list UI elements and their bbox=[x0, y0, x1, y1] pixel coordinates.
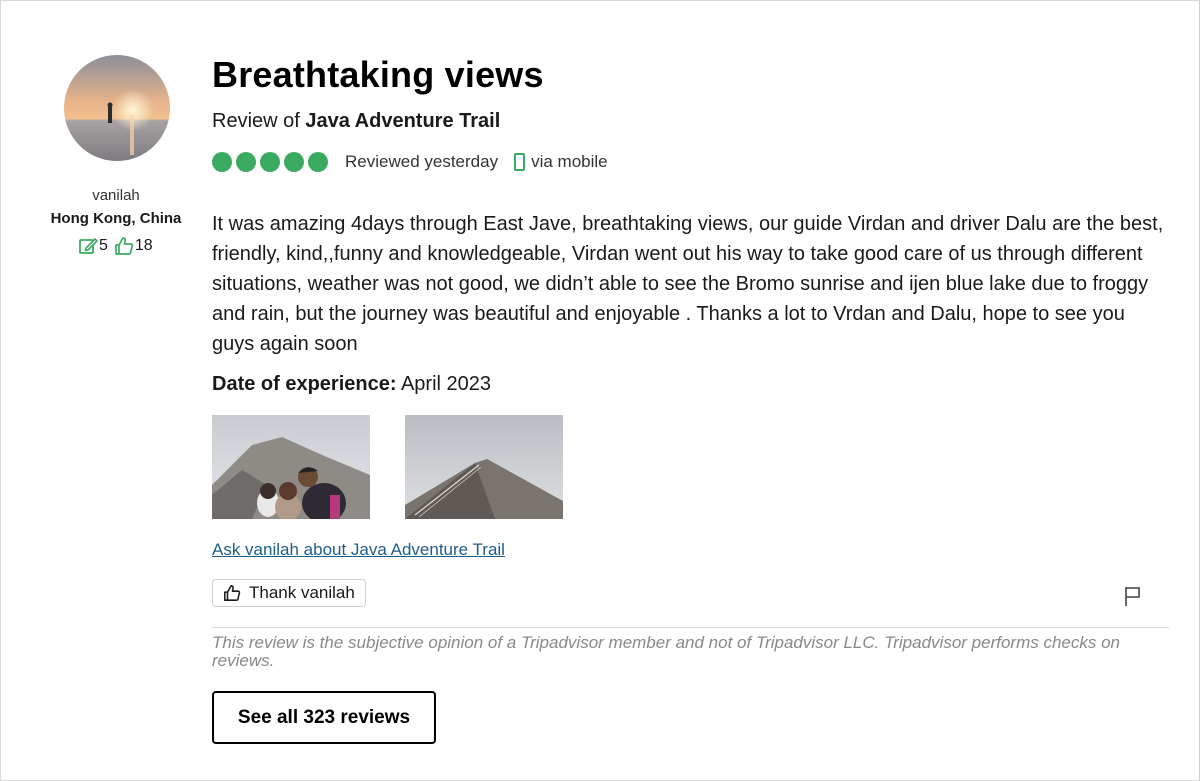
attraction-name[interactable]: Java Adventure Trail bbox=[305, 110, 500, 132]
rating-bubble bbox=[284, 152, 304, 172]
date-value: April 2023 bbox=[400, 373, 492, 395]
review-photo[interactable] bbox=[405, 415, 563, 519]
rating-bubble bbox=[308, 152, 328, 172]
subtitle-prefix: Review of bbox=[212, 110, 306, 132]
ask-reviewer-link[interactable]: Ask vanilah about Java Adventure Trail bbox=[212, 540, 505, 560]
helpful-votes-count: 18 bbox=[134, 237, 153, 254]
reviewer-location: Hong Kong, China bbox=[50, 210, 182, 227]
rating-bubble bbox=[212, 152, 232, 172]
date-label: Date of experience: bbox=[212, 373, 397, 395]
rating-bubble bbox=[260, 152, 280, 172]
reviewer-username[interactable]: vanilah bbox=[40, 187, 192, 204]
thank-reviewer-button[interactable]: Thank vanilah bbox=[212, 579, 366, 607]
phone-icon bbox=[514, 153, 526, 171]
pencil-icon bbox=[78, 236, 99, 256]
review-body: It was amazing 4days through East Jave, … bbox=[212, 213, 1164, 355]
reviewed-date: Reviewed yesterday bbox=[345, 152, 499, 171]
contributions-count: 5 bbox=[99, 237, 108, 254]
via-mobile-label: via mobile bbox=[531, 152, 608, 171]
date-of-experience: Date of experience: April 2023 bbox=[212, 373, 491, 396]
review-disclaimer: This review is the subjective opinion of… bbox=[212, 633, 1120, 670]
reviewer-stats: 5 18 bbox=[78, 236, 159, 256]
rating-row: Reviewed yesterday via mobile bbox=[212, 150, 608, 174]
review-title[interactable]: Breathtaking views bbox=[212, 54, 544, 96]
via-mobile: via mobile bbox=[514, 152, 608, 172]
flag-icon[interactable] bbox=[1122, 585, 1144, 607]
thank-button-label: Thank vanilah bbox=[249, 583, 355, 602]
rating-bubble bbox=[236, 152, 256, 172]
review-subtitle: Review of Java Adventure Trail bbox=[212, 110, 500, 133]
reviewer-avatar[interactable] bbox=[64, 55, 170, 161]
review-photo[interactable] bbox=[212, 415, 370, 519]
see-all-reviews-button[interactable]: See all 323 reviews bbox=[212, 691, 436, 744]
thumbs-up-icon bbox=[114, 236, 134, 256]
divider bbox=[212, 627, 1169, 628]
thumbs-up-icon bbox=[223, 584, 241, 602]
